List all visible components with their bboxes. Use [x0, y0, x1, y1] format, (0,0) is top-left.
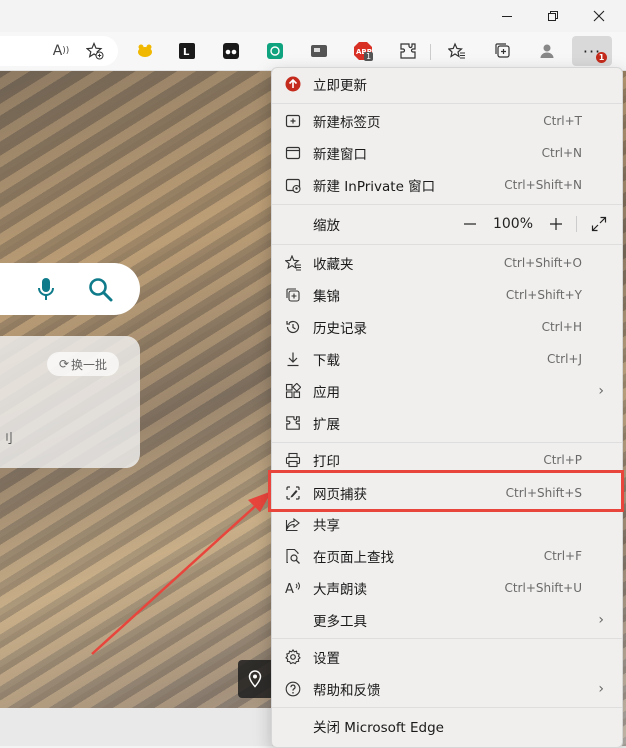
menu-label: 大声朗读	[313, 582, 367, 598]
menu-item-history[interactable]: 历史记录 Ctrl+H	[272, 312, 622, 342]
menu-item-favorites[interactable]: 收藏夹 Ctrl+Shift+O	[272, 248, 622, 278]
menu-label: 新建标签页	[313, 115, 381, 131]
extensions-icon	[284, 414, 302, 432]
menu-item-new-window[interactable]: 新建窗口 Ctrl+N	[272, 138, 622, 168]
menu-item-downloads[interactable]: 下载 Ctrl+J	[272, 344, 622, 374]
find-on-page-icon	[284, 547, 302, 565]
new-window-icon	[284, 144, 302, 162]
menu-divider	[272, 638, 622, 639]
menu-shortcut: Ctrl+J	[547, 352, 582, 366]
annotation-highlight	[268, 470, 624, 512]
menu-shortcut: Ctrl+Shift+U	[504, 581, 582, 595]
read-aloud-icon: A	[284, 579, 302, 597]
menu-item-settings[interactable]: 设置	[272, 642, 622, 672]
menu-divider	[272, 442, 622, 443]
menu-label: 帮助和反馈	[313, 683, 381, 699]
gear-icon	[284, 648, 302, 666]
zoom-out-button[interactable]	[458, 209, 482, 239]
menu-divider	[272, 244, 622, 245]
new-tab-icon	[284, 112, 302, 130]
menu-label: 打印	[313, 454, 340, 470]
menu-label: 更多工具	[313, 614, 367, 630]
favorites-icon	[284, 254, 302, 272]
menu-label: 历史记录	[313, 321, 367, 337]
apps-icon	[284, 382, 302, 400]
svg-text:A: A	[285, 582, 294, 596]
menu-label: 收藏夹	[313, 257, 354, 273]
menu-item-apps[interactable]: 应用 ›	[272, 376, 622, 406]
fullscreen-icon[interactable]	[586, 209, 612, 239]
print-icon	[284, 451, 302, 469]
update-icon	[284, 75, 302, 93]
menu-label: 设置	[313, 651, 340, 667]
menu-shortcut: Ctrl+T	[543, 114, 582, 128]
inprivate-icon	[284, 176, 302, 194]
menu-item-collections[interactable]: 集锦 Ctrl+Shift+Y	[272, 280, 622, 310]
menu-divider	[272, 103, 622, 104]
menu-shortcut: Ctrl+Shift+O	[503, 256, 582, 270]
chevron-right-icon: ›	[598, 681, 604, 697]
menu-shortcut: Ctrl+Shift+N	[504, 178, 582, 192]
menu-shortcut: Ctrl+N	[541, 146, 582, 160]
menu-item-more-tools[interactable]: 更多工具 ›	[272, 605, 622, 635]
menu-shortcut: Ctrl+F	[543, 549, 582, 563]
collections-icon	[284, 286, 302, 304]
zoom-level: 100%	[492, 216, 534, 232]
menu-label: 下载	[313, 353, 340, 369]
menu-item-new-tab[interactable]: 新建标签页 Ctrl+T	[272, 106, 622, 136]
menu-label: 共享	[313, 518, 340, 534]
menu-item-find[interactable]: 在页面上查找 Ctrl+F	[272, 541, 622, 571]
menu-item-share[interactable]: 共享	[272, 509, 622, 539]
history-icon	[284, 318, 302, 336]
menu-item-zoom: 缩放 100%	[272, 209, 622, 239]
menu-label: 关闭 Microsoft Edge	[313, 720, 444, 736]
menu-item-new-inprivate[interactable]: 新建 InPrivate 窗口 Ctrl+Shift+N	[272, 170, 622, 200]
menu-item-extensions[interactable]: 扩展	[272, 408, 622, 438]
menu-item-read-aloud[interactable]: A 大声朗读 Ctrl+Shift+U	[272, 573, 622, 603]
help-icon	[284, 680, 302, 698]
menu-label: 新建窗口	[313, 147, 367, 163]
share-icon	[284, 515, 302, 533]
menu-label: 新建 InPrivate 窗口	[313, 179, 436, 195]
menu-divider	[272, 707, 622, 708]
menu-shortcut: Ctrl+H	[541, 320, 582, 334]
menu-label: 集锦	[313, 289, 340, 305]
zoom-in-button[interactable]	[544, 209, 568, 239]
menu-label: 立即更新	[313, 78, 367, 94]
menu-label: 在页面上查找	[313, 550, 394, 566]
zoom-divider	[576, 216, 577, 232]
menu-item-update[interactable]: 立即更新	[272, 69, 622, 99]
chevron-right-icon: ›	[598, 383, 604, 399]
download-icon	[284, 350, 302, 368]
menu-item-close-edge[interactable]: 关闭 Microsoft Edge	[272, 711, 622, 741]
menu-shortcut: Ctrl+P	[543, 453, 582, 467]
menu-label: 缩放	[313, 218, 340, 234]
menu-shortcut: Ctrl+Shift+Y	[505, 288, 582, 302]
settings-menu: 立即更新 新建标签页 Ctrl+T 新建窗口 Ctrl+N 新建 InPriva…	[271, 67, 623, 748]
menu-divider	[272, 204, 622, 205]
menu-label: 应用	[313, 385, 340, 401]
chevron-right-icon: ›	[598, 612, 604, 628]
menu-item-help[interactable]: 帮助和反馈 ›	[272, 674, 622, 704]
menu-label: 扩展	[313, 417, 340, 433]
